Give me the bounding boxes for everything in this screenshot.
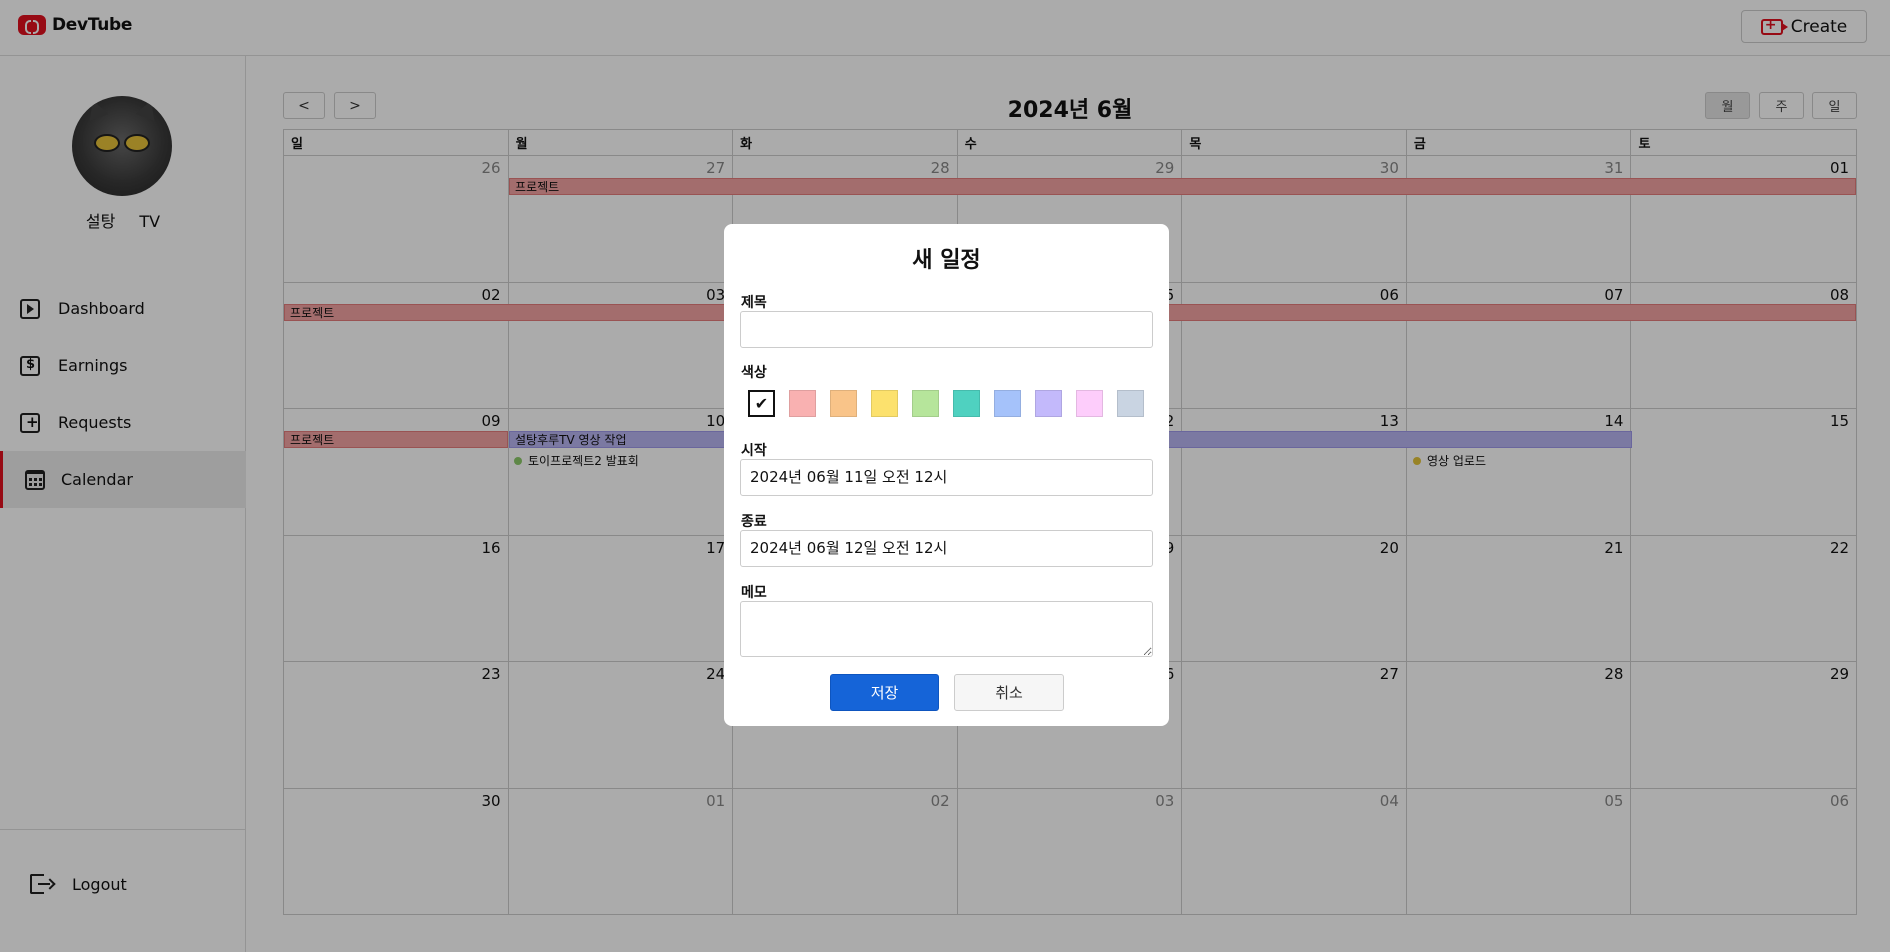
color-label: 색상: [741, 365, 767, 381]
color-swatch[interactable]: [1035, 390, 1062, 417]
new-event-modal: 새 일정 제목 색상 ✔ 시작 2024년 06월 11일 오전 12시 종료 …: [724, 224, 1169, 726]
color-swatch[interactable]: [1076, 390, 1103, 417]
color-swatch[interactable]: [912, 390, 939, 417]
memo-textarea[interactable]: [740, 601, 1153, 657]
color-swatch[interactable]: [994, 390, 1021, 417]
end-label: 종료: [741, 514, 767, 530]
end-datetime-input[interactable]: 2024년 06월 12일 오전 12시: [740, 530, 1153, 567]
start-label: 시작: [741, 443, 767, 459]
color-swatch[interactable]: [789, 390, 816, 417]
color-swatch[interactable]: [1117, 390, 1144, 417]
cancel-button[interactable]: 취소: [954, 674, 1064, 711]
modal-title: 새 일정: [912, 248, 981, 273]
color-swatches: ✔: [748, 390, 1144, 417]
color-swatch-selected[interactable]: ✔: [748, 390, 775, 417]
check-icon: ✔: [754, 394, 769, 413]
color-swatch[interactable]: [830, 390, 857, 417]
title-input[interactable]: [740, 311, 1153, 348]
title-label: 제목: [741, 295, 767, 311]
color-swatch[interactable]: [871, 390, 898, 417]
start-datetime-input[interactable]: 2024년 06월 11일 오전 12시: [740, 459, 1153, 496]
save-button[interactable]: 저장: [830, 674, 939, 711]
color-swatch[interactable]: [953, 390, 980, 417]
memo-label: 메모: [741, 585, 767, 601]
